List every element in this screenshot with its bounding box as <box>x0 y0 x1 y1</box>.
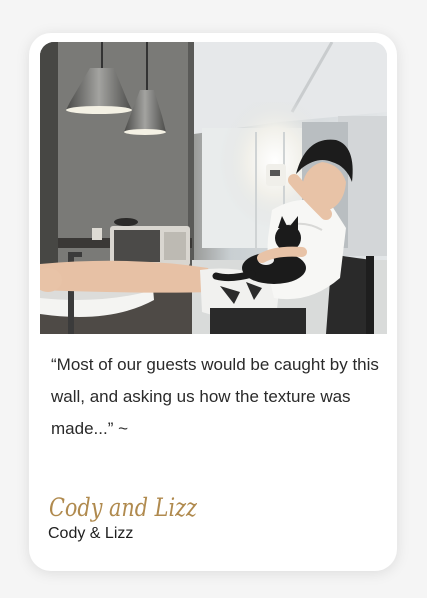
signature-graphic: Cody and Lizz <box>49 493 198 522</box>
signature-text: Cody and Lizz <box>49 493 198 522</box>
testimonial-quote: “Most of our guests would be caught by t… <box>51 355 379 438</box>
testimonial-photo <box>40 42 387 334</box>
testimonial-author: Cody & Lizz <box>48 525 134 542</box>
testimonial-card: “Most of our guests would be caught by t… <box>29 33 397 571</box>
